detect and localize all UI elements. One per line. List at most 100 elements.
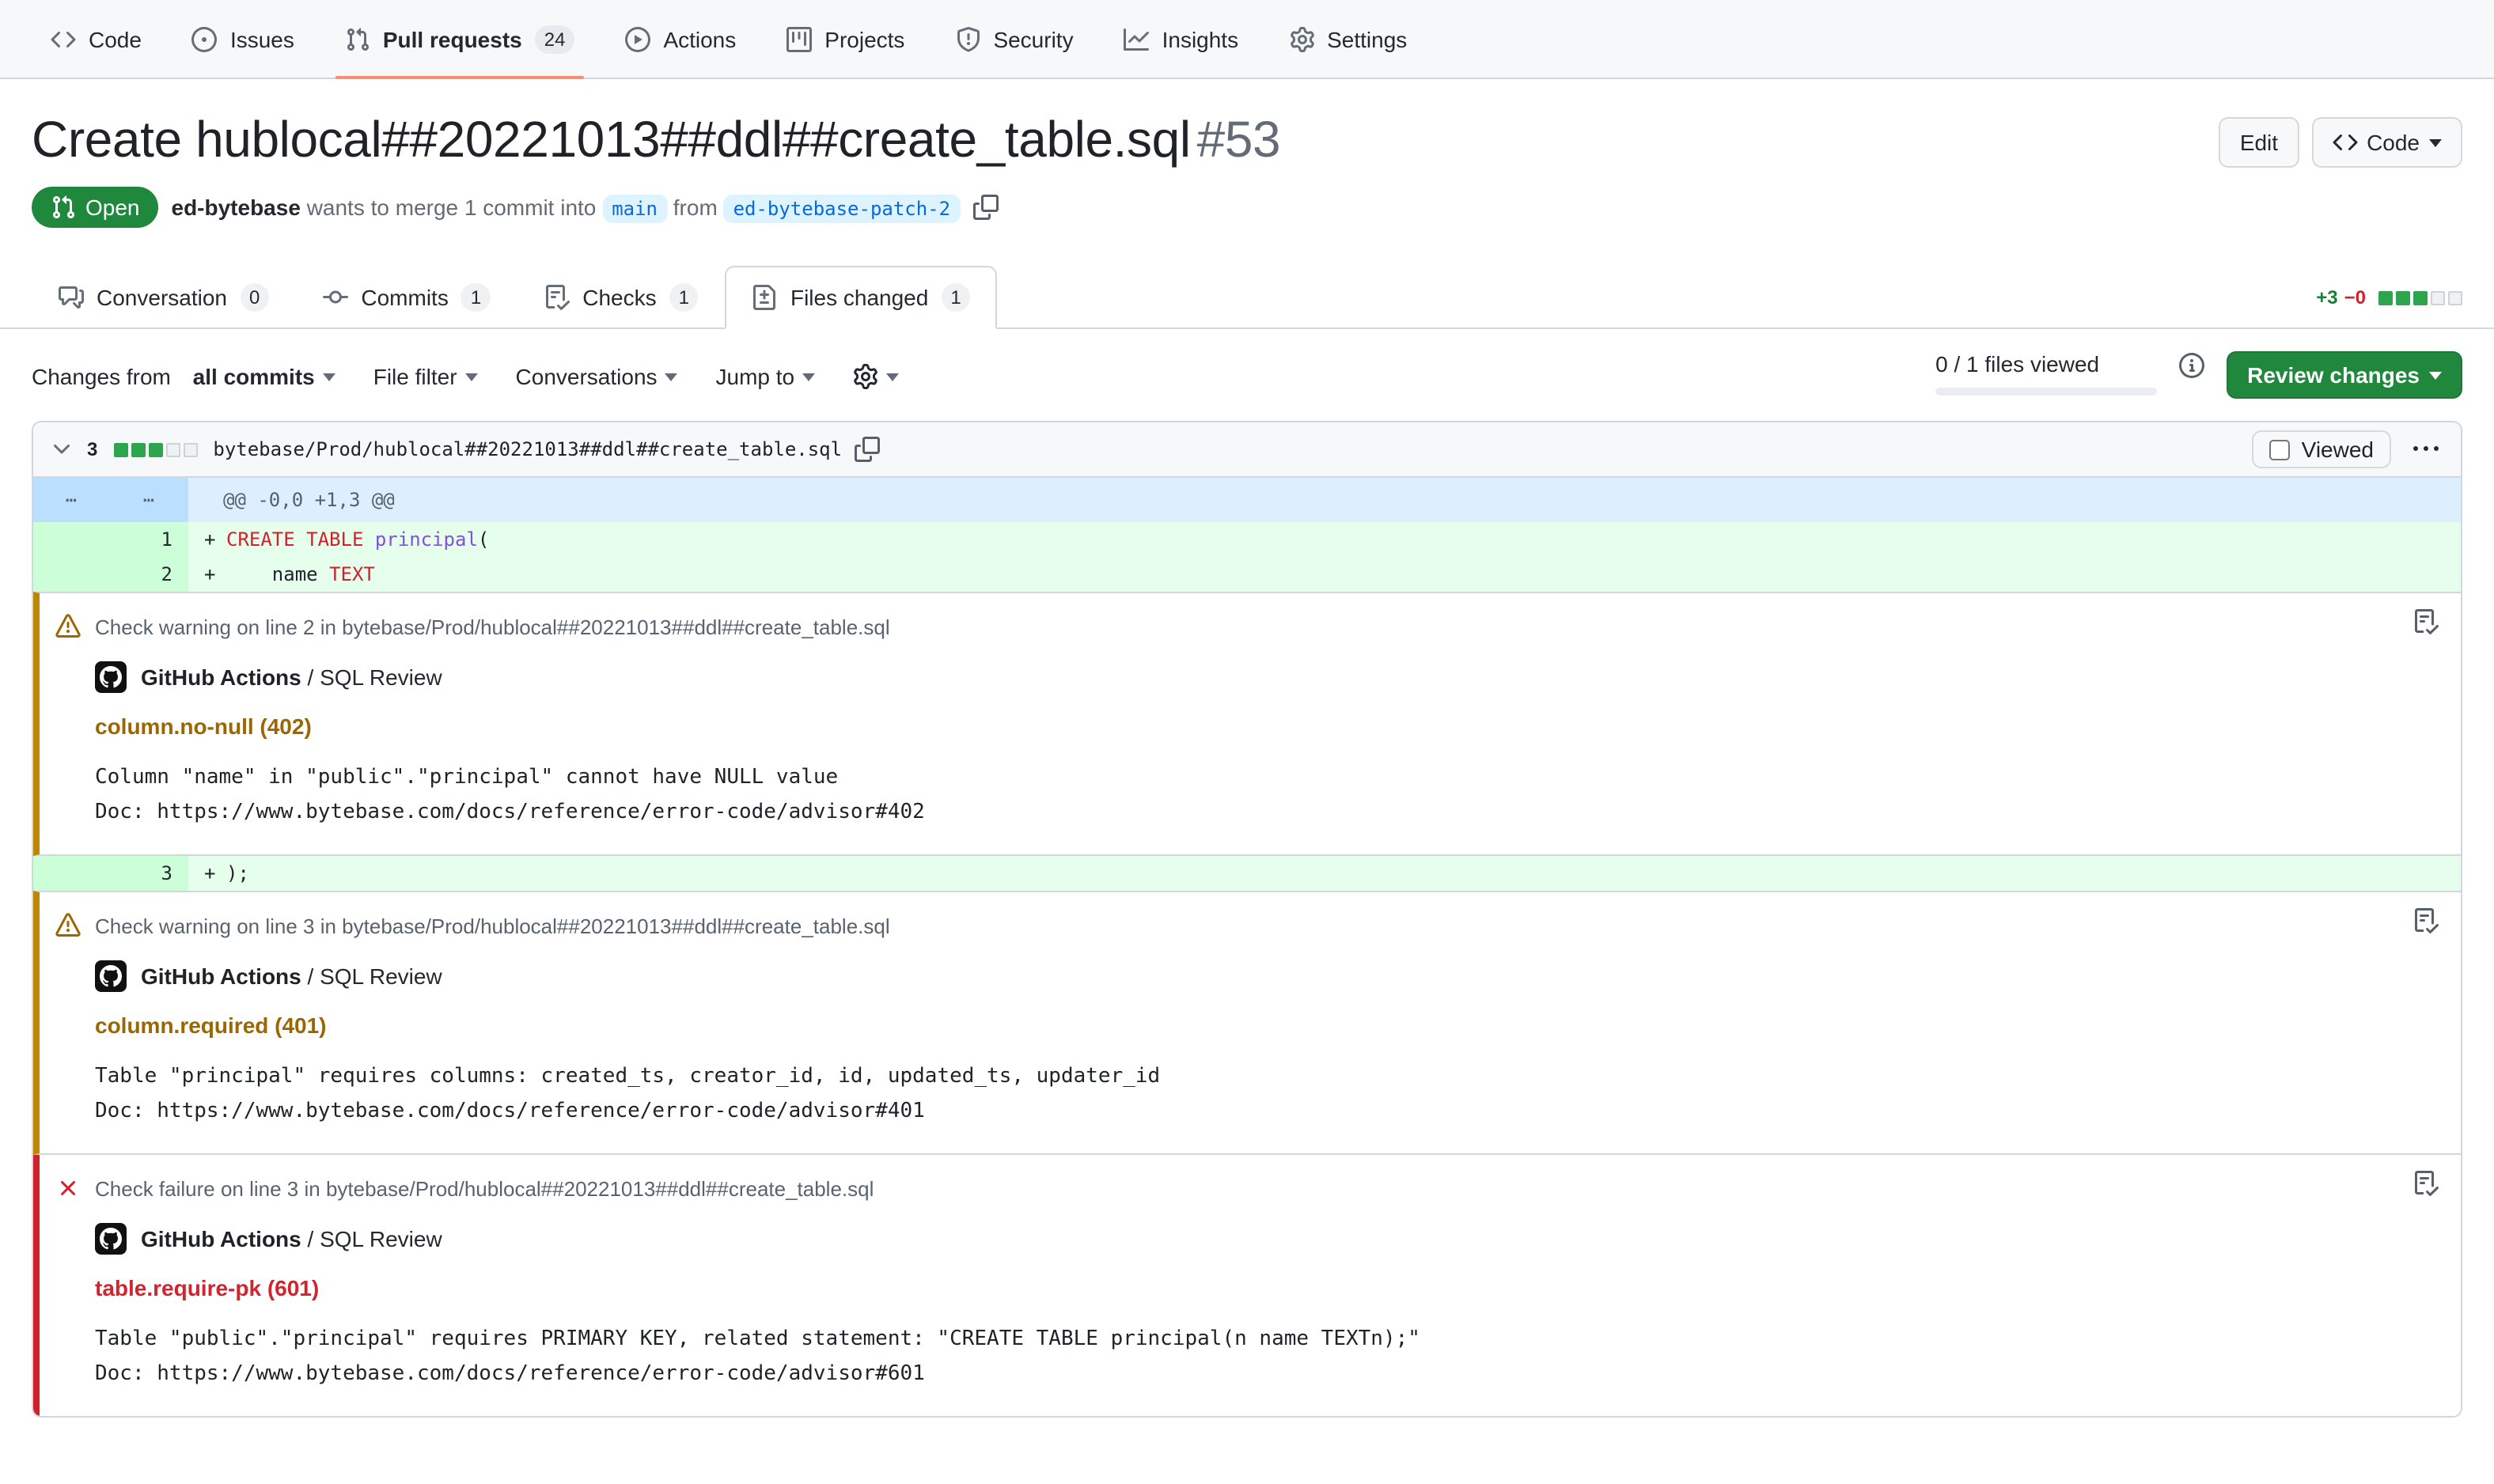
check-run-details-button[interactable] (2413, 1171, 2439, 1196)
diff-sign: + (204, 856, 226, 891)
tab-label: Checks (582, 285, 656, 310)
file-options-kebab-menu[interactable] (2407, 437, 2445, 462)
line-number[interactable]: 2 (33, 557, 188, 592)
pr-author[interactable]: ed-bytebase (172, 195, 301, 220)
diff-toolbar: Changes from all commits File filter Con… (0, 329, 2494, 411)
line-code[interactable]: + name TEXT (188, 557, 2461, 592)
alert-warning-icon (55, 614, 81, 639)
github-actions-avatar (95, 960, 127, 992)
kebab-horizontal-icon (2413, 437, 2439, 462)
pr-state-label: Open (85, 195, 140, 220)
conversations-label: Conversations (516, 364, 658, 389)
code-icon (51, 26, 76, 51)
pr-meta-row: Open ed-bytebase wants to merge 1 commit… (0, 171, 2494, 228)
annotation-message: Table "public"."principal" requires PRIM… (95, 1323, 2385, 1357)
review-changes-label: Review changes (2247, 362, 2420, 388)
check-run-details-button[interactable] (2413, 908, 2439, 933)
git-commit-icon (323, 285, 348, 310)
triangle-down-icon (323, 373, 335, 380)
changes-from-dropdown[interactable]: Changes from all commits (32, 364, 335, 389)
file-header-left: 3 bytebase/Prod/hublocal##20221013##ddl#… (49, 437, 880, 462)
base-branch-label[interactable]: main (602, 195, 667, 223)
check-run-details-button[interactable] (2413, 609, 2439, 634)
diff-toolbar-right: 0 / 1 files viewed Review changes (1935, 351, 2462, 399)
nav-item-pull-requests[interactable]: Pull requests24 (320, 0, 601, 78)
octocat-icon (100, 965, 122, 987)
diff-sign: + (204, 557, 226, 592)
merge-description: ed-bytebase wants to merge 1 commit into… (172, 195, 961, 220)
nav-label: Projects (824, 26, 904, 51)
edit-button[interactable]: Edit (2219, 117, 2299, 168)
nav-item-actions[interactable]: Actions (600, 0, 761, 78)
pr-header: Create hublocal##20221013##ddl##create_t… (0, 79, 2494, 171)
nav-item-security[interactable]: Security (930, 0, 1098, 78)
issue-opened-icon (192, 26, 218, 51)
collapse-file-button[interactable] (49, 437, 74, 462)
annotation-heading-text: Check failure on line 3 in bytebase/Prod… (95, 1176, 874, 1200)
tab-commits[interactable]: Commits1 (296, 266, 517, 329)
git-pull-request-icon (51, 195, 76, 220)
copy-branch-button[interactable] (972, 195, 998, 220)
tab-conversation[interactable]: Conversation0 (32, 266, 296, 329)
triangle-down-icon (802, 373, 815, 380)
diff-settings-dropdown[interactable] (853, 364, 899, 389)
file-path[interactable]: bytebase/Prod/hublocal##20221013##ddl##c… (213, 438, 842, 460)
nav-item-settings[interactable]: Settings (1264, 0, 1432, 78)
git-pull-request-icon (345, 26, 370, 51)
expand-up-handle[interactable]: ⋯ (33, 478, 111, 522)
x-failure-icon (55, 1175, 81, 1201)
nav-item-insights[interactable]: Insights (1099, 0, 1264, 78)
tab-files-changed[interactable]: Files changed1 (726, 266, 998, 329)
head-branch-label[interactable]: ed-bytebase-patch-2 (724, 195, 961, 223)
annotation-rule: table.require-pk (601) (95, 1275, 2385, 1300)
pr-title: Create hublocal##20221013##ddl##create_t… (32, 108, 1280, 171)
line-number[interactable]: 1 (33, 522, 188, 557)
line-code[interactable]: +CREATE TABLE principal( (188, 522, 2461, 557)
project-icon (786, 26, 812, 51)
diff-sign: + (204, 522, 226, 557)
line-number[interactable]: 3 (33, 856, 188, 891)
nav-item-projects[interactable]: Projects (761, 0, 930, 78)
info-icon[interactable] (2179, 353, 2204, 378)
annotation-tool-row: GitHub Actions / SQL Review (95, 1223, 2385, 1255)
expand-diff-gutter[interactable]: ⋯⋯ (33, 478, 188, 522)
expand-down-handle[interactable]: ⋯ (111, 478, 188, 522)
file-header-right: Viewed (2253, 430, 2445, 468)
code-dropdown-button[interactable]: Code (2311, 117, 2462, 168)
tab-checks[interactable]: Checks1 (517, 266, 726, 329)
additions-count: +3 (2316, 286, 2337, 309)
tool-suffix: / SQL Review (308, 1226, 442, 1251)
pr-state-badge: Open (32, 187, 159, 228)
annotation-body: GitHub Actions / SQL Review column.requi… (95, 960, 2385, 1130)
line-code[interactable]: +); (188, 856, 2461, 891)
code-icon (2332, 130, 2357, 155)
annotation-rule: column.required (401) (95, 1013, 2385, 1038)
file-filter-label: File filter (373, 364, 457, 389)
nav-item-code[interactable]: Code (25, 0, 167, 78)
pr-diffstat: +3 −0 (2316, 286, 2462, 327)
jump-to-dropdown[interactable]: Jump to (716, 364, 816, 389)
tab-count-badge: 1 (461, 283, 491, 312)
copy-path-button[interactable] (855, 437, 880, 462)
file-diff-icon (752, 285, 778, 310)
viewed-checkbox[interactable] (2270, 439, 2291, 460)
pull-requests-count-badge: 24 (535, 25, 575, 53)
review-changes-button[interactable]: Review changes (2227, 351, 2462, 399)
graph-icon (1124, 26, 1150, 51)
hunk-header-row: ⋯⋯ @@ -0,0 +1,3 @@ (33, 478, 2461, 522)
checklist-icon (2413, 1171, 2439, 1196)
annotation-body: GitHub Actions / SQL Review table.requir… (95, 1223, 2385, 1392)
nav-item-issues[interactable]: Issues (167, 0, 320, 78)
pr-tabs-bar: Conversation0 Commits1 Checks1 Files cha… (0, 266, 2494, 329)
annotation-body: GitHub Actions / SQL Review column.no-nu… (95, 661, 2385, 831)
checklist-icon (544, 285, 570, 310)
annotation-message: Column "name" in "public"."principal" ca… (95, 761, 2385, 796)
annotation-heading: Check warning on line 3 in bytebase/Prod… (55, 913, 2385, 938)
copy-icon (855, 437, 880, 462)
viewed-toggle[interactable]: Viewed (2253, 430, 2391, 468)
pr-number: #53 (1197, 111, 1281, 168)
file-filter-dropdown[interactable]: File filter (373, 364, 478, 389)
file-diffstat-blocks (110, 442, 197, 456)
conversations-dropdown[interactable]: Conversations (516, 364, 678, 389)
annotation-doc-link: Doc: https://www.bytebase.com/docs/refer… (95, 1357, 2385, 1392)
